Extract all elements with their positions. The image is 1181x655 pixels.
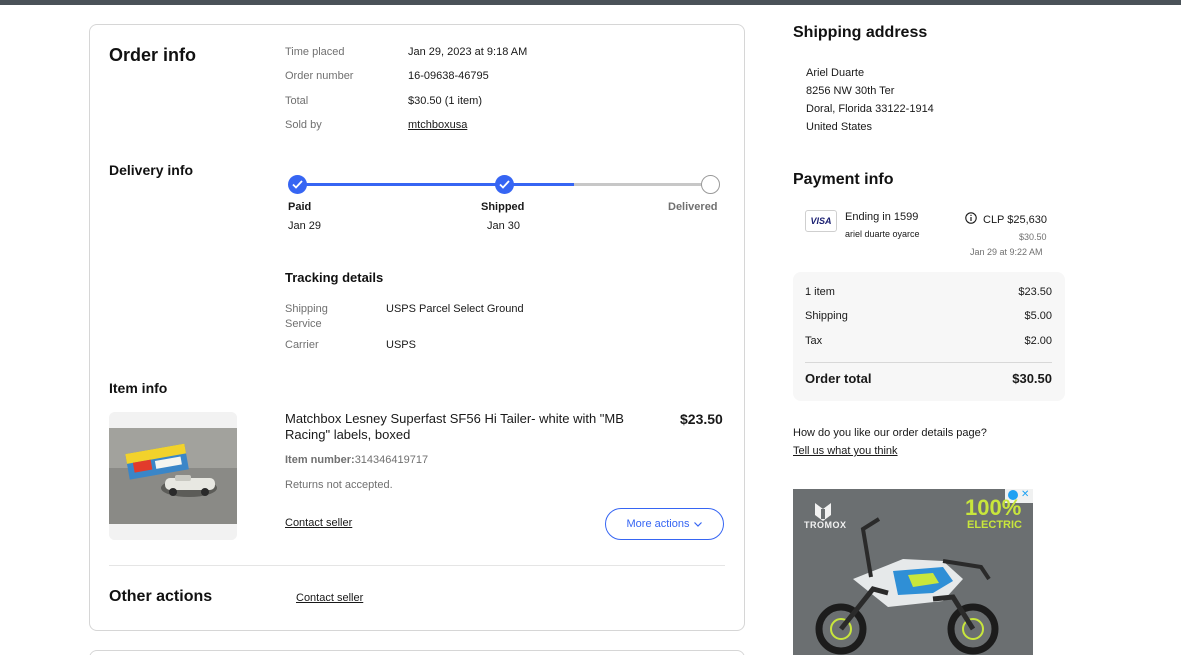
carrier-value: USPS	[386, 339, 416, 351]
time-placed-value: Jan 29, 2023 at 9:18 AM	[408, 46, 528, 58]
item-info-heading: Item info	[109, 380, 168, 396]
ad-headline-percent: 100%	[965, 495, 1022, 520]
address-city: Doral, Florida 33122-1914	[806, 103, 934, 115]
shipping-address-heading: Shipping address	[793, 24, 928, 41]
time-placed-label: Time placed	[285, 46, 345, 58]
card-ending: Ending in 1599	[845, 211, 919, 223]
item-price: $23.50	[680, 411, 723, 427]
ad-close-icon[interactable]: ✕	[1021, 490, 1031, 500]
chevron-down-icon	[694, 521, 703, 527]
feedback-question: How do you like our order details page?	[793, 427, 987, 439]
order-total-row: Order total $30.50	[805, 371, 1052, 386]
items-label: 1 item	[805, 286, 835, 298]
address-street: 8256 NW 30th Ter	[806, 85, 895, 97]
total-label: Total	[285, 95, 309, 107]
step-paid-date: Jan 29	[288, 220, 322, 232]
feedback-link[interactable]: Tell us what you think	[793, 445, 898, 457]
ad-brand: TROMOX	[804, 520, 847, 530]
next-card	[89, 650, 745, 655]
tax-label: Tax	[805, 335, 823, 347]
item-number-label: Item number:	[285, 454, 355, 466]
step-delivered-label: Delivered	[668, 201, 718, 213]
totals-row-shipping: Shipping $5.00	[805, 310, 1052, 322]
order-total-value: $30.50	[1012, 371, 1052, 386]
delivered-circle-icon	[701, 175, 720, 194]
shipping-value: $5.00	[1024, 310, 1052, 322]
order-totals-box: 1 item $23.50 Shipping $5.00 Tax $2.00 O…	[793, 272, 1065, 401]
shipping-service-value: USPS Parcel Select Ground	[386, 303, 524, 315]
section-divider	[109, 565, 725, 566]
order-number-label: Order number	[285, 70, 354, 82]
item-image[interactable]	[109, 412, 237, 540]
items-value: $23.50	[1018, 286, 1052, 298]
carrier-label: Carrier	[285, 339, 319, 351]
payment-info-heading: Payment info	[793, 171, 894, 188]
ad-info-icon[interactable]	[1008, 490, 1018, 500]
more-actions-button[interactable]: More actions	[605, 508, 724, 540]
amount-clp: CLP $25,630	[983, 214, 1048, 226]
ad-headline-electric: ELECTRIC	[967, 519, 1022, 531]
other-actions-heading: Other actions	[109, 588, 213, 605]
item-title-link[interactable]: Matchbox Lesney Superfast SF56 Hi Tailer…	[285, 411, 657, 443]
shipping-address: Ariel Duarte 8256 NW 30th Ter Doral, Flo…	[806, 64, 934, 136]
order-total-label: Order total	[805, 371, 872, 386]
visa-card-icon: VISA	[805, 210, 837, 232]
totals-row-items: 1 item $23.50	[805, 286, 1052, 298]
address-name: Ariel Duarte	[806, 67, 865, 79]
more-actions-label: More actions	[626, 518, 690, 530]
totals-divider	[805, 362, 1052, 363]
item-number: Item number:314346419717	[285, 454, 428, 466]
top-bar	[0, 0, 1181, 5]
payment-date: Jan 29 at 9:22 AM	[970, 247, 1043, 257]
paid-check-icon	[288, 175, 307, 194]
returns-policy: Returns not accepted.	[285, 479, 393, 491]
delivery-info-heading: Delivery info	[109, 162, 194, 178]
tracking-details-heading: Tracking details	[285, 270, 384, 285]
tax-value: $2.00	[1024, 335, 1052, 347]
info-icon[interactable]	[965, 212, 977, 224]
card-holder: ariel duarte oyarce	[845, 229, 920, 239]
step-shipped-date: Jan 30	[487, 220, 521, 232]
other-contact-seller-link[interactable]: Contact seller	[296, 591, 363, 606]
shipping-service-label: Shipping Service	[285, 303, 328, 330]
address-country: United States	[806, 121, 873, 133]
contact-seller-link[interactable]: Contact seller	[285, 516, 352, 531]
shipping-label: Shipping	[805, 310, 848, 322]
step-shipped-label: Shipped	[481, 201, 525, 213]
step-paid-label: Paid	[288, 201, 312, 213]
advertisement[interactable]: TROMOX 100% ELECTRIC ✕	[793, 489, 1033, 655]
item-number-value: 314346419717	[354, 454, 429, 466]
order-info-heading: Order info	[109, 45, 197, 65]
total-value: $30.50 (1 item)	[408, 95, 482, 107]
seller-link[interactable]: mtchboxusa	[408, 118, 467, 133]
sold-by-label: Sold by	[285, 119, 322, 131]
shipped-check-icon	[495, 175, 514, 194]
order-number-value: 16-09638-46795	[408, 70, 489, 82]
progress-fill	[297, 183, 574, 186]
totals-row-tax: Tax $2.00	[805, 335, 1052, 347]
amount-usd: $30.50	[1019, 232, 1047, 242]
